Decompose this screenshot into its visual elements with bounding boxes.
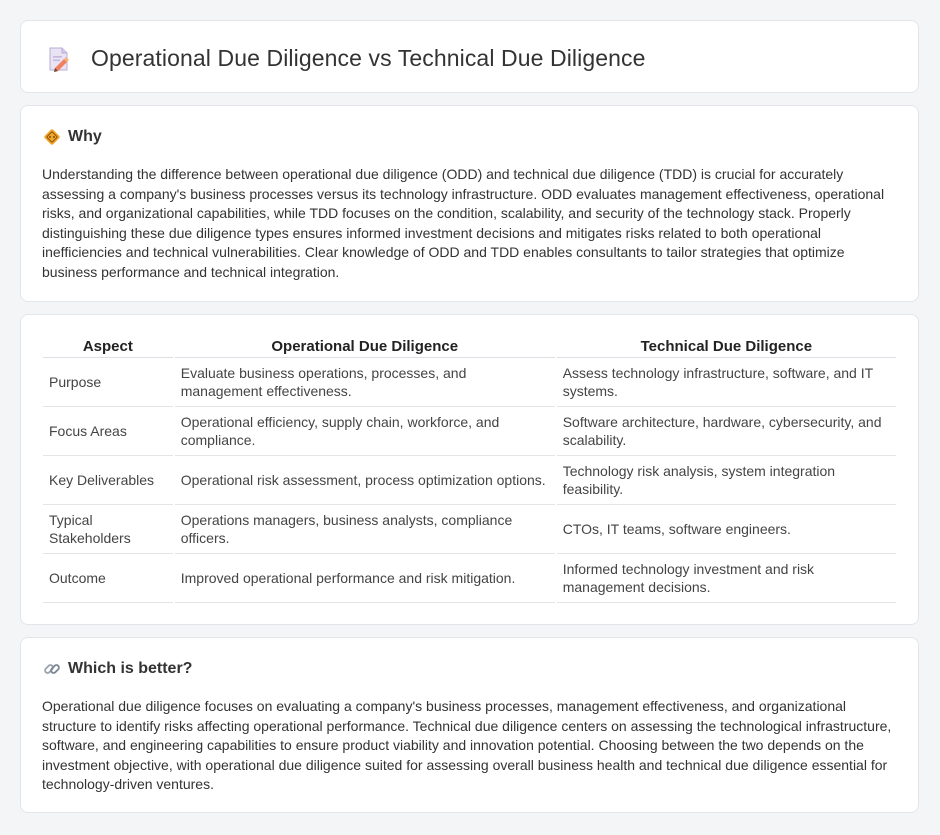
title-card: Operational Due Diligence vs Technical D… <box>20 20 919 93</box>
better-heading: Which is better? <box>68 660 193 677</box>
row-operational: Operations managers, business analysts, … <box>174 505 555 554</box>
column-header-technical: Technical Due Diligence <box>556 335 896 358</box>
link-icon <box>44 664 60 674</box>
better-paragraph: Operational due diligence focuses on eva… <box>42 698 892 793</box>
why-section: Why Understanding the difference between… <box>20 105 919 302</box>
column-header-aspect: Aspect <box>43 335 173 358</box>
row-aspect: Purpose <box>43 358 173 407</box>
row-aspect: Typical Stakeholders <box>43 505 173 554</box>
row-operational: Evaluate business operations, processes,… <box>174 358 555 407</box>
diamond-sign-icon <box>44 129 60 145</box>
table-row: Focus Areas Operational efficiency, supp… <box>43 407 896 456</box>
row-aspect: Focus Areas <box>43 407 173 456</box>
row-aspect: Key Deliverables <box>43 456 173 505</box>
table-row: Key Deliverables Operational risk assess… <box>43 456 896 505</box>
row-technical: Software architecture, hardware, cyberse… <box>556 407 896 456</box>
why-paragraph: Understanding the difference between ope… <box>42 166 885 280</box>
column-header-operational: Operational Due Diligence <box>174 335 555 358</box>
row-technical: Informed technology investment and risk … <box>556 554 896 603</box>
page-title: Operational Due Diligence vs Technical D… <box>91 45 646 71</box>
table-header-row: Aspect Operational Due Diligence Technic… <box>43 335 896 358</box>
which-is-better-section: Which is better? Operational due diligen… <box>20 637 919 813</box>
table-row: Typical Stakeholders Operations managers… <box>43 505 896 554</box>
row-technical: CTOs, IT teams, software engineers. <box>556 505 896 554</box>
row-technical: Assess technology infrastructure, softwa… <box>556 358 896 407</box>
row-technical: Technology risk analysis, system integra… <box>556 456 896 505</box>
row-operational: Improved operational performance and ris… <box>174 554 555 603</box>
table-row: Outcome Improved operational performance… <box>43 554 896 603</box>
row-operational: Operational risk assessment, process opt… <box>174 456 555 505</box>
title-row: Operational Due Diligence vs Technical D… <box>47 45 646 72</box>
row-operational: Operational efficiency, supply chain, wo… <box>174 407 555 456</box>
why-heading-row: Why <box>43 128 102 146</box>
table-row: Purpose Evaluate business operations, pr… <box>43 358 896 407</box>
why-heading: Why <box>68 128 102 145</box>
better-heading-row: Which is better? <box>43 660 192 678</box>
document-pencil-icon <box>49 47 69 72</box>
comparison-table: Aspect Operational Due Diligence Technic… <box>41 335 898 603</box>
row-aspect: Outcome <box>43 554 173 603</box>
comparison-table-card: Aspect Operational Due Diligence Technic… <box>20 314 919 625</box>
